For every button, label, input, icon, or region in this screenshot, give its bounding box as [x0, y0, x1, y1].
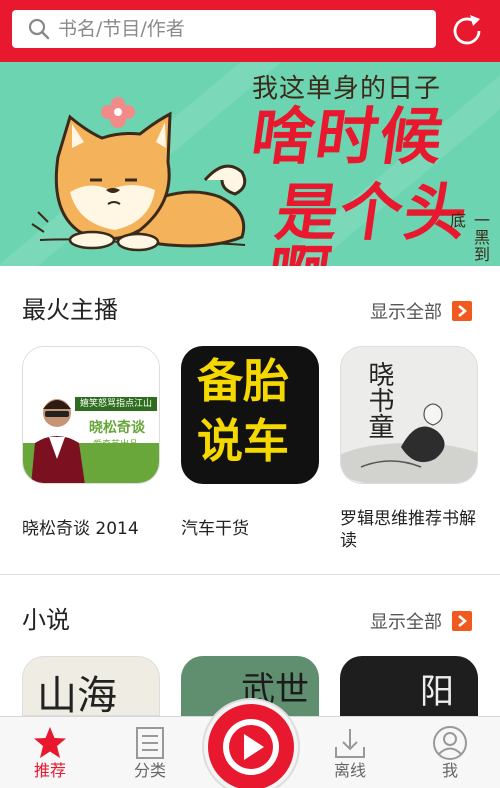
promo-banner[interactable]: 我这单身的日子 啥时候 是个头啊 一黑到底: [0, 62, 500, 266]
novel-cover-text: 阳: [420, 672, 454, 712]
section-title-novels: 小说: [22, 606, 70, 634]
shiba-dog-illustration: [31, 97, 247, 252]
tab-recommend[interactable]: 推荐: [0, 717, 100, 788]
chevron-right-icon: [452, 301, 472, 321]
program-card-beitai[interactable]: 备胎 说车: [181, 346, 319, 484]
section-title-hot-hosts: 最火主播: [22, 296, 118, 324]
search-input[interactable]: [58, 18, 418, 40]
star-icon: [34, 727, 66, 758]
now-playing-button[interactable]: [204, 700, 298, 788]
novel-card-1[interactable]: 山海: [22, 656, 160, 716]
refresh-icon[interactable]: [446, 10, 488, 52]
cover-text-bottom: 说车: [197, 414, 289, 468]
banner-side-text: 一黑到底: [447, 212, 490, 263]
program-card-xiaosong[interactable]: 嬉笑怒骂指点江山 晓松奇谈 爱奇艺出品: [22, 346, 160, 484]
list-icon: [136, 727, 164, 759]
tab-me[interactable]: 我: [400, 717, 500, 788]
novel-card-3[interactable]: 阳: [340, 656, 478, 716]
search-box[interactable]: [12, 10, 436, 48]
show-all-label: 显示全部: [370, 612, 442, 633]
show-all-label: 显示全部: [370, 302, 442, 323]
chevron-right-icon: [452, 611, 472, 631]
top-bar: [0, 0, 500, 62]
cover-tagline: 嬉笑怒骂指点江山: [75, 397, 157, 411]
show-all-hot-hosts[interactable]: 显示全部: [370, 298, 472, 324]
play-icon: [223, 719, 279, 775]
cover-text-top: 备胎: [197, 354, 289, 408]
cover-brand: 晓松奇谈: [89, 420, 145, 436]
tab-offline[interactable]: 离线: [300, 717, 400, 788]
program-title-xiaosong[interactable]: 晓松奇谈 2014: [22, 518, 172, 540]
program-card-luoji[interactable]: 晓书童: [340, 346, 478, 484]
cover-calligraphy: 晓书童: [364, 361, 394, 439]
search-icon: [24, 14, 54, 44]
show-all-novels[interactable]: 显示全部: [370, 608, 472, 634]
download-icon: [335, 729, 365, 758]
tab-category[interactable]: 分类: [100, 717, 200, 788]
banner-headline-1: 啥时候: [246, 100, 450, 173]
program-title-luoji[interactable]: 罗辑思维推荐书解读: [340, 508, 490, 552]
cover-producer: 爱奇艺出品: [93, 440, 139, 450]
section-divider: [0, 574, 500, 575]
user-icon: [433, 726, 467, 760]
novel-cover-text: 山海: [37, 673, 117, 716]
program-title-beitai[interactable]: 汽车干货: [181, 518, 331, 540]
